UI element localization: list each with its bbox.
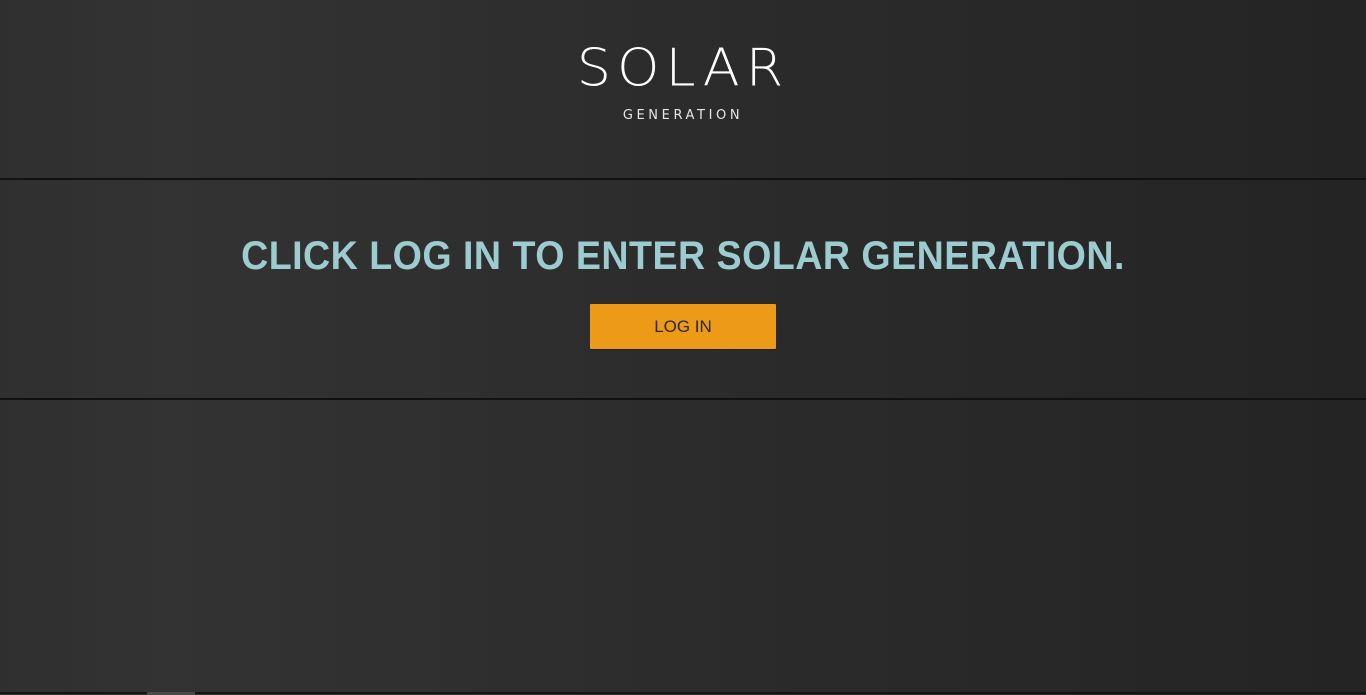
log-in-button[interactable]: LOG IN [590,304,776,349]
logo-subtitle: GENERATION [622,108,744,123]
login-prompt-section: CLICK LOG IN TO ENTER SOLAR GENERATION. … [0,180,1366,400]
site-header: SOLAR GENERATION [0,0,1366,180]
logo-wordmark: SOLAR [576,37,790,98]
content-area [0,400,1366,693]
bottom-divider [0,692,1366,694]
solar-generation-logo: SOLAR GENERATION [0,38,1366,123]
login-prompt-message: CLICK LOG IN TO ENTER SOLAR GENERATION. [241,234,1125,278]
